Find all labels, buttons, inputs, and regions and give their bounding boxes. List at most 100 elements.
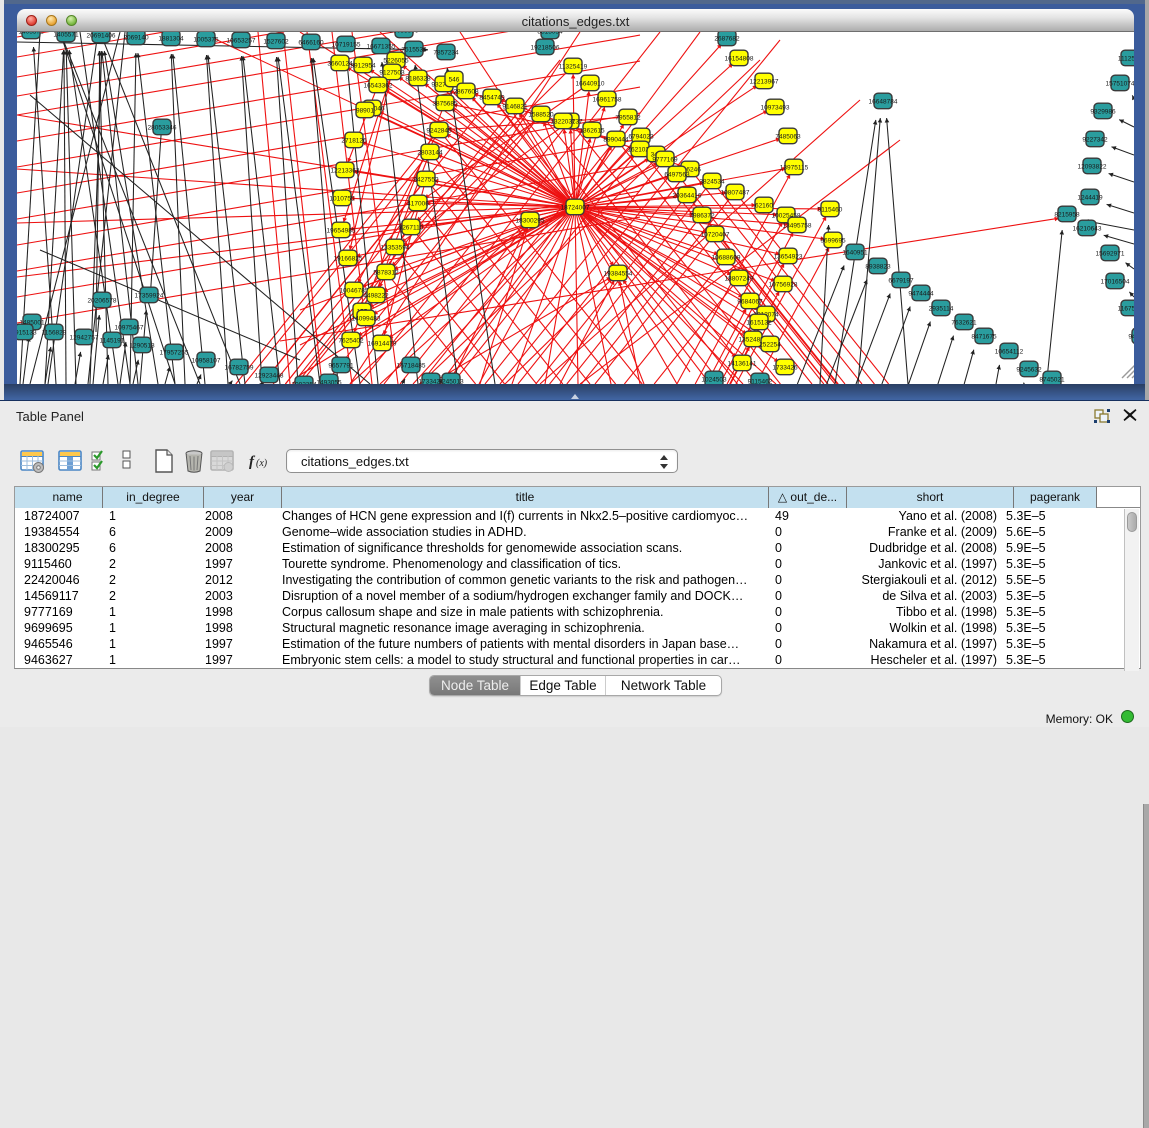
svg-text:9245632: 9245632	[1016, 366, 1042, 373]
svg-text:16671355: 16671355	[367, 43, 396, 50]
svg-text:12923448: 12923448	[255, 372, 284, 379]
svg-text:17359924: 17359924	[135, 292, 164, 299]
svg-text:10958107: 10958107	[192, 357, 221, 364]
svg-text:9657791: 9657791	[328, 362, 354, 369]
svg-text:1112504: 1112504	[1118, 55, 1134, 62]
svg-text:4498222: 4498222	[363, 292, 389, 299]
svg-text:16033809: 16033809	[390, 32, 419, 34]
svg-text:10720407: 10720407	[701, 231, 730, 238]
svg-text:14136141: 14136141	[728, 360, 757, 367]
svg-text:2935114: 2935114	[929, 305, 954, 312]
svg-text:9242845: 9242845	[426, 127, 452, 134]
svg-text:546: 546	[449, 76, 460, 83]
svg-text:18300295: 18300295	[516, 217, 545, 224]
svg-text:62160: 62160	[755, 202, 773, 209]
svg-text:20691406: 20691406	[87, 32, 116, 39]
svg-text:9329986: 9329986	[1090, 108, 1116, 115]
svg-text:6466160: 6466160	[298, 39, 324, 46]
svg-text:1881304: 1881304	[158, 35, 184, 42]
svg-text:7515536: 7515536	[401, 46, 427, 53]
svg-text:7485063: 7485063	[775, 133, 801, 140]
svg-text:1010755: 1010755	[329, 195, 355, 202]
svg-text:10756928: 10756928	[769, 281, 798, 288]
svg-text:14099483: 14099483	[352, 315, 381, 322]
svg-text:12093822: 12093822	[1078, 163, 1107, 170]
svg-text:9428402: 9428402	[1128, 333, 1134, 340]
svg-text:(x): (x)	[256, 458, 268, 469]
svg-text:f: f	[249, 454, 256, 470]
svg-text:16914479: 16914479	[368, 340, 397, 347]
svg-text:18724007: 18724007	[561, 204, 590, 211]
svg-text:19654985: 19654985	[327, 227, 356, 234]
svg-text:417006: 417006	[407, 200, 429, 207]
svg-text:17957255: 17957255	[160, 349, 189, 356]
svg-text:8745021: 8745021	[1039, 376, 1065, 383]
svg-text:3660124: 3660124	[327, 60, 353, 67]
svg-text:2803144: 2803144	[417, 149, 443, 156]
svg-text:1290513: 1290513	[129, 342, 155, 349]
svg-text:1527602: 1527602	[263, 38, 289, 45]
svg-text:6497563: 6497563	[664, 171, 690, 178]
svg-text:12213967: 12213967	[750, 78, 779, 85]
svg-text:1145191: 1145191	[100, 337, 125, 344]
svg-text:9777169: 9777169	[652, 156, 678, 163]
svg-text:9146821: 9146821	[502, 103, 528, 110]
svg-text:19384554: 19384554	[604, 270, 633, 277]
svg-text:8912954: 8912954	[350, 62, 376, 69]
svg-text:8267110: 8267110	[399, 224, 424, 231]
svg-text:10654112: 10654112	[995, 348, 1024, 355]
svg-text:10653257: 10653257	[227, 37, 256, 44]
svg-text:16154808: 16154808	[725, 55, 754, 62]
svg-text:1322037: 1322037	[550, 118, 576, 125]
svg-text:13495758: 13495758	[783, 222, 812, 229]
svg-text:8427552: 8427552	[413, 176, 439, 183]
svg-text:16782759: 16782759	[225, 364, 254, 371]
svg-text:1005375: 1005375	[193, 36, 219, 43]
svg-text:15692971: 15692971	[1096, 250, 1125, 257]
svg-text:12213363: 12213363	[331, 167, 360, 174]
svg-text:7632621: 7632621	[951, 319, 977, 326]
svg-text:28053346: 28053346	[148, 124, 177, 131]
svg-text:8990444: 8990444	[603, 136, 629, 143]
svg-text:9127503: 9127503	[379, 69, 405, 76]
svg-text:1615132: 1615132	[746, 319, 772, 326]
svg-text:19218506: 19218506	[531, 44, 560, 51]
svg-text:1024503: 1024503	[701, 376, 727, 383]
svg-text:2867608: 2867608	[453, 88, 479, 95]
svg-text:20364416: 20364416	[673, 192, 702, 199]
svg-text:18807249: 18807249	[725, 275, 754, 282]
svg-text:1733426: 1733426	[772, 364, 798, 371]
svg-text:6794023: 6794023	[628, 133, 654, 140]
svg-text:3915133: 3915133	[17, 329, 37, 336]
svg-text:8938823: 8938823	[865, 263, 891, 270]
svg-text:10688609: 10688609	[712, 254, 741, 261]
svg-text:1588520: 1588520	[528, 111, 554, 118]
svg-text:8471675: 8471675	[971, 333, 997, 340]
svg-text:7857234: 7857234	[433, 49, 459, 56]
svg-text:8813054: 8813054	[537, 32, 563, 35]
svg-text:9684067: 9684067	[737, 298, 763, 305]
svg-text:1405571: 1405571	[18, 32, 44, 35]
svg-text:10975467: 10975467	[115, 324, 144, 331]
svg-text:7986372: 7986372	[689, 212, 715, 219]
svg-text:7955812: 7955812	[615, 114, 641, 121]
svg-text:5226055: 5226055	[383, 57, 409, 64]
svg-text:13654923: 13654923	[774, 253, 803, 260]
svg-text:5878312: 5878312	[373, 269, 399, 276]
svg-text:3875685: 3875685	[432, 100, 458, 107]
svg-text:6679197: 6679197	[888, 277, 914, 284]
svg-text:16961758: 16961758	[593, 96, 622, 103]
svg-text:16210643: 16210643	[1073, 225, 1102, 232]
svg-text:1244419: 1244419	[1077, 194, 1103, 201]
svg-text:11325419: 11325419	[559, 63, 588, 70]
svg-text:10973493: 10973493	[761, 104, 790, 111]
svg-text:1362615: 1362615	[579, 127, 605, 134]
svg-text:16543362: 16543362	[364, 82, 393, 89]
svg-text:17016504: 17016504	[1101, 278, 1130, 285]
svg-text:12942757: 12942757	[70, 334, 99, 341]
svg-text:15718485: 15718485	[397, 362, 426, 369]
svg-text:9227342: 9227342	[1082, 136, 1108, 143]
svg-text:1156829: 1156829	[42, 329, 67, 336]
svg-text:2069140: 2069140	[123, 34, 149, 41]
svg-text:7625402: 7625402	[338, 337, 364, 344]
